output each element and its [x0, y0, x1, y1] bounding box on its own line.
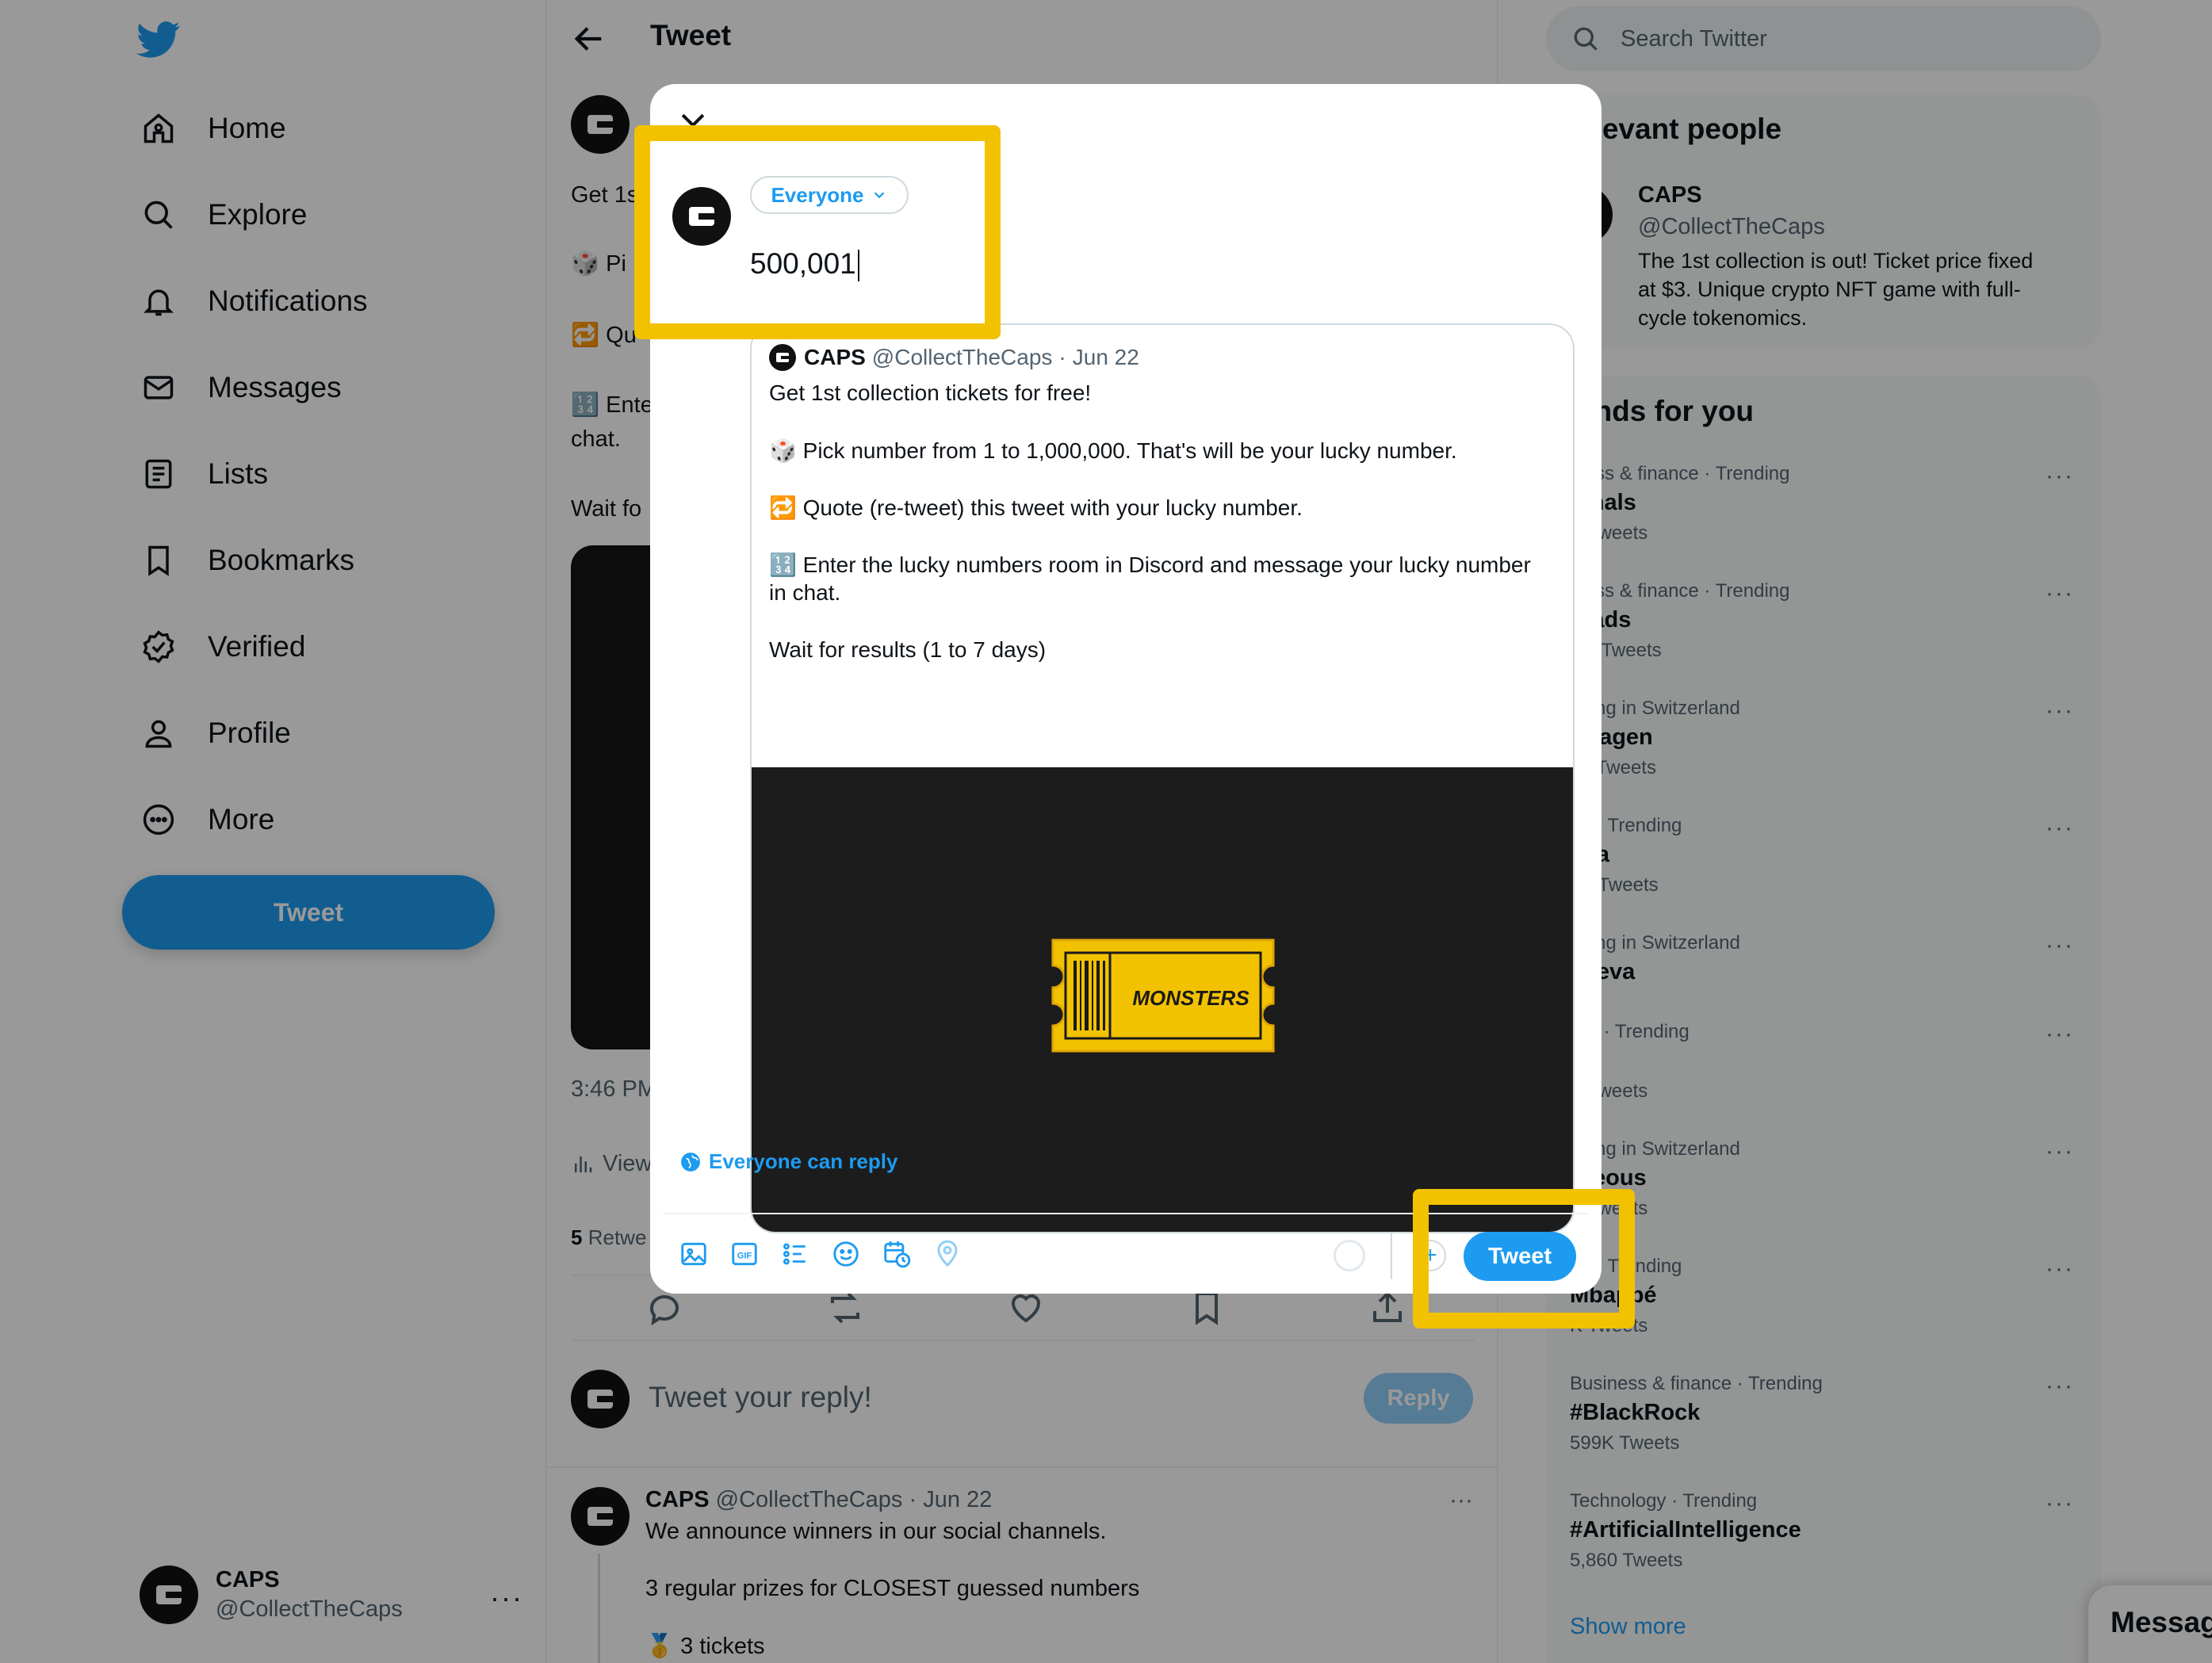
caps-logo-icon [776, 353, 789, 362]
quoted-text: 🎲 Pick number from 1 to 1,000,000. That'… [769, 438, 1457, 463]
quoted-text: 🔁 Quote (re-tweet) this tweet with your … [769, 495, 1303, 520]
image-icon[interactable] [679, 1239, 709, 1269]
character-count-ring [1334, 1240, 1365, 1271]
svg-text:GIF: GIF [737, 1252, 752, 1261]
avatar [769, 344, 796, 371]
divider [1391, 1232, 1392, 1279]
svg-text:MONSTERS: MONSTERS [1132, 986, 1250, 1010]
reply-scope-selector[interactable]: Everyone can reply [680, 1149, 897, 1174]
quoted-tweet-header: CAPS @CollectTheCaps · Jun 22 [769, 344, 1139, 371]
location-icon[interactable] [932, 1239, 962, 1269]
ticket-image: MONSTERS [1051, 939, 1275, 1053]
quoted-tweet[interactable]: CAPS @CollectTheCaps · Jun 22 Get 1st co… [750, 323, 1575, 1233]
page: Home Explore Notifications Messages List… [0, 0, 2212, 1663]
repeat-icon: 🔁 [769, 495, 797, 520]
highlight-tweet-button [1413, 1189, 1635, 1328]
quoted-text: Wait for results (1 to 7 days) [769, 637, 1047, 662]
dice-icon: 🎲 [769, 438, 797, 463]
gif-icon[interactable]: GIF [729, 1239, 760, 1269]
quoted-text: in chat. [769, 580, 841, 605]
quoted-text: Get 1st collection tickets for free! [769, 380, 1092, 405]
highlight-compose-box [634, 125, 1001, 339]
emoji-icon[interactable] [831, 1239, 861, 1269]
schedule-icon[interactable] [882, 1239, 912, 1269]
poll-icon[interactable] [780, 1239, 810, 1269]
quoted-text: 🔢 Enter the lucky numbers room in Discor… [769, 552, 1531, 577]
numbers-icon: 🔢 [769, 552, 797, 577]
globe-icon [681, 1152, 700, 1172]
